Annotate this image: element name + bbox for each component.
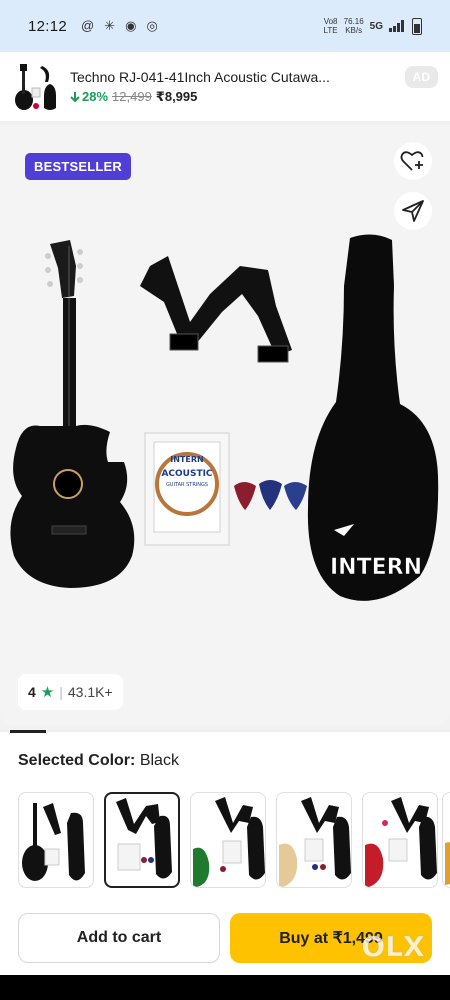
guitar-picks-image (234, 480, 307, 510)
strap-image (140, 256, 292, 363)
strings-brand: INTERN (170, 455, 203, 464)
clock: 12:12 (28, 17, 68, 35)
rating-summary[interactable]: 4 ★ | 43.1K+ (18, 674, 123, 710)
product-gallery[interactable]: BESTSELLER INTERN ACOUSTIC GUITAR STRING… (0, 122, 450, 730)
rating-value: 4 (28, 684, 36, 700)
gig-bag-image: INTERN (307, 234, 439, 601)
color-variant-option[interactable] (442, 792, 450, 888)
gallery-indicator (0, 730, 450, 733)
speed-value: 76.16 (343, 17, 364, 26)
notification-icons: @ ✳ ◉ ◎ (81, 18, 158, 34)
volte-bottom: LTE (323, 26, 338, 35)
status-bar: 12:12 @ ✳ ◉ ◎ Vo8 LTE 76.16 KB/s 5G (0, 0, 450, 52)
ad-info: Techno RJ-041-41Inch Acoustic Cutawa... … (70, 69, 438, 105)
color-variant-option[interactable] (18, 792, 94, 888)
olx-watermark: OLX (361, 930, 425, 964)
share-button[interactable] (394, 192, 432, 230)
network-type: 5G (369, 20, 383, 32)
ad-price-row: 28% 12,499 ₹8,995 (70, 89, 438, 105)
strings-packet-image: INTERN ACOUSTIC GUITAR STRINGS (144, 432, 230, 546)
volte-indicator: Vo8 LTE (324, 17, 338, 35)
add-to-cart-button[interactable]: Add to cart (18, 913, 220, 963)
color-variant-option-selected[interactable] (104, 792, 180, 888)
system-navigation-bar (0, 975, 450, 1000)
selected-color-row: Selected Color: Black (18, 752, 179, 770)
network-speed: 76.16 KB/s (344, 17, 364, 35)
pinwheel-icon: ✳ (104, 18, 116, 33)
sponsored-product-banner[interactable]: Techno RJ-041-41Inch Acoustic Cutawa... … (0, 52, 450, 122)
battery-icon (412, 17, 422, 35)
strings-subtitle: GUITAR STRINGS (166, 482, 208, 488)
app-icon: ◎ (146, 18, 158, 33)
selected-color-value: Black (139, 752, 179, 769)
ad-discount-value: 28% (82, 89, 109, 104)
color-variants (18, 790, 450, 890)
signal-icon (389, 20, 404, 32)
ad-discount: 28% (70, 89, 108, 104)
product-image-card[interactable]: BESTSELLER INTERN ACOUSTIC GUITAR STRING… (0, 126, 450, 726)
gallery-indicator-active (10, 730, 46, 733)
product-image: INTERN ACOUSTIC GUITAR STRINGS INTERN (10, 234, 439, 601)
guitar-image (10, 240, 135, 588)
heart-plus-icon (400, 151, 424, 171)
ad-badge: AD (404, 66, 438, 88)
volte-top: Vo8 (323, 17, 338, 26)
strings-title: ACOUSTIC (161, 469, 212, 479)
color-variant-option[interactable] (190, 792, 266, 888)
arrow-down-icon (70, 91, 80, 102)
speed-unit: KB/s (345, 26, 363, 35)
color-variant-option[interactable] (276, 792, 352, 888)
ad-title: Techno RJ-041-41Inch Acoustic Cutawa... (70, 68, 330, 85)
share-icon (402, 200, 424, 222)
ad-price: ₹8,995 (155, 88, 198, 104)
ad-product-thumbnail (12, 62, 62, 112)
bag-brand: INTERN (330, 555, 422, 580)
system-indicators: Vo8 LTE 76.16 KB/s 5G (324, 17, 422, 35)
star-icon: ★ (40, 684, 55, 701)
rating-divider: | (59, 684, 63, 700)
threads-icon: @ (81, 18, 95, 33)
bestseller-badge: BESTSELLER (25, 153, 131, 180)
color-variant-option[interactable] (362, 792, 438, 888)
selected-color-label: Selected Color: (18, 752, 136, 769)
olx-watermark-text: OLX (361, 930, 425, 963)
wishlist-button[interactable] (394, 142, 432, 180)
ad-mrp: 12,499 (112, 89, 152, 104)
rating-count: 43.1K+ (67, 684, 113, 700)
whatsapp-icon: ◉ (125, 18, 137, 33)
